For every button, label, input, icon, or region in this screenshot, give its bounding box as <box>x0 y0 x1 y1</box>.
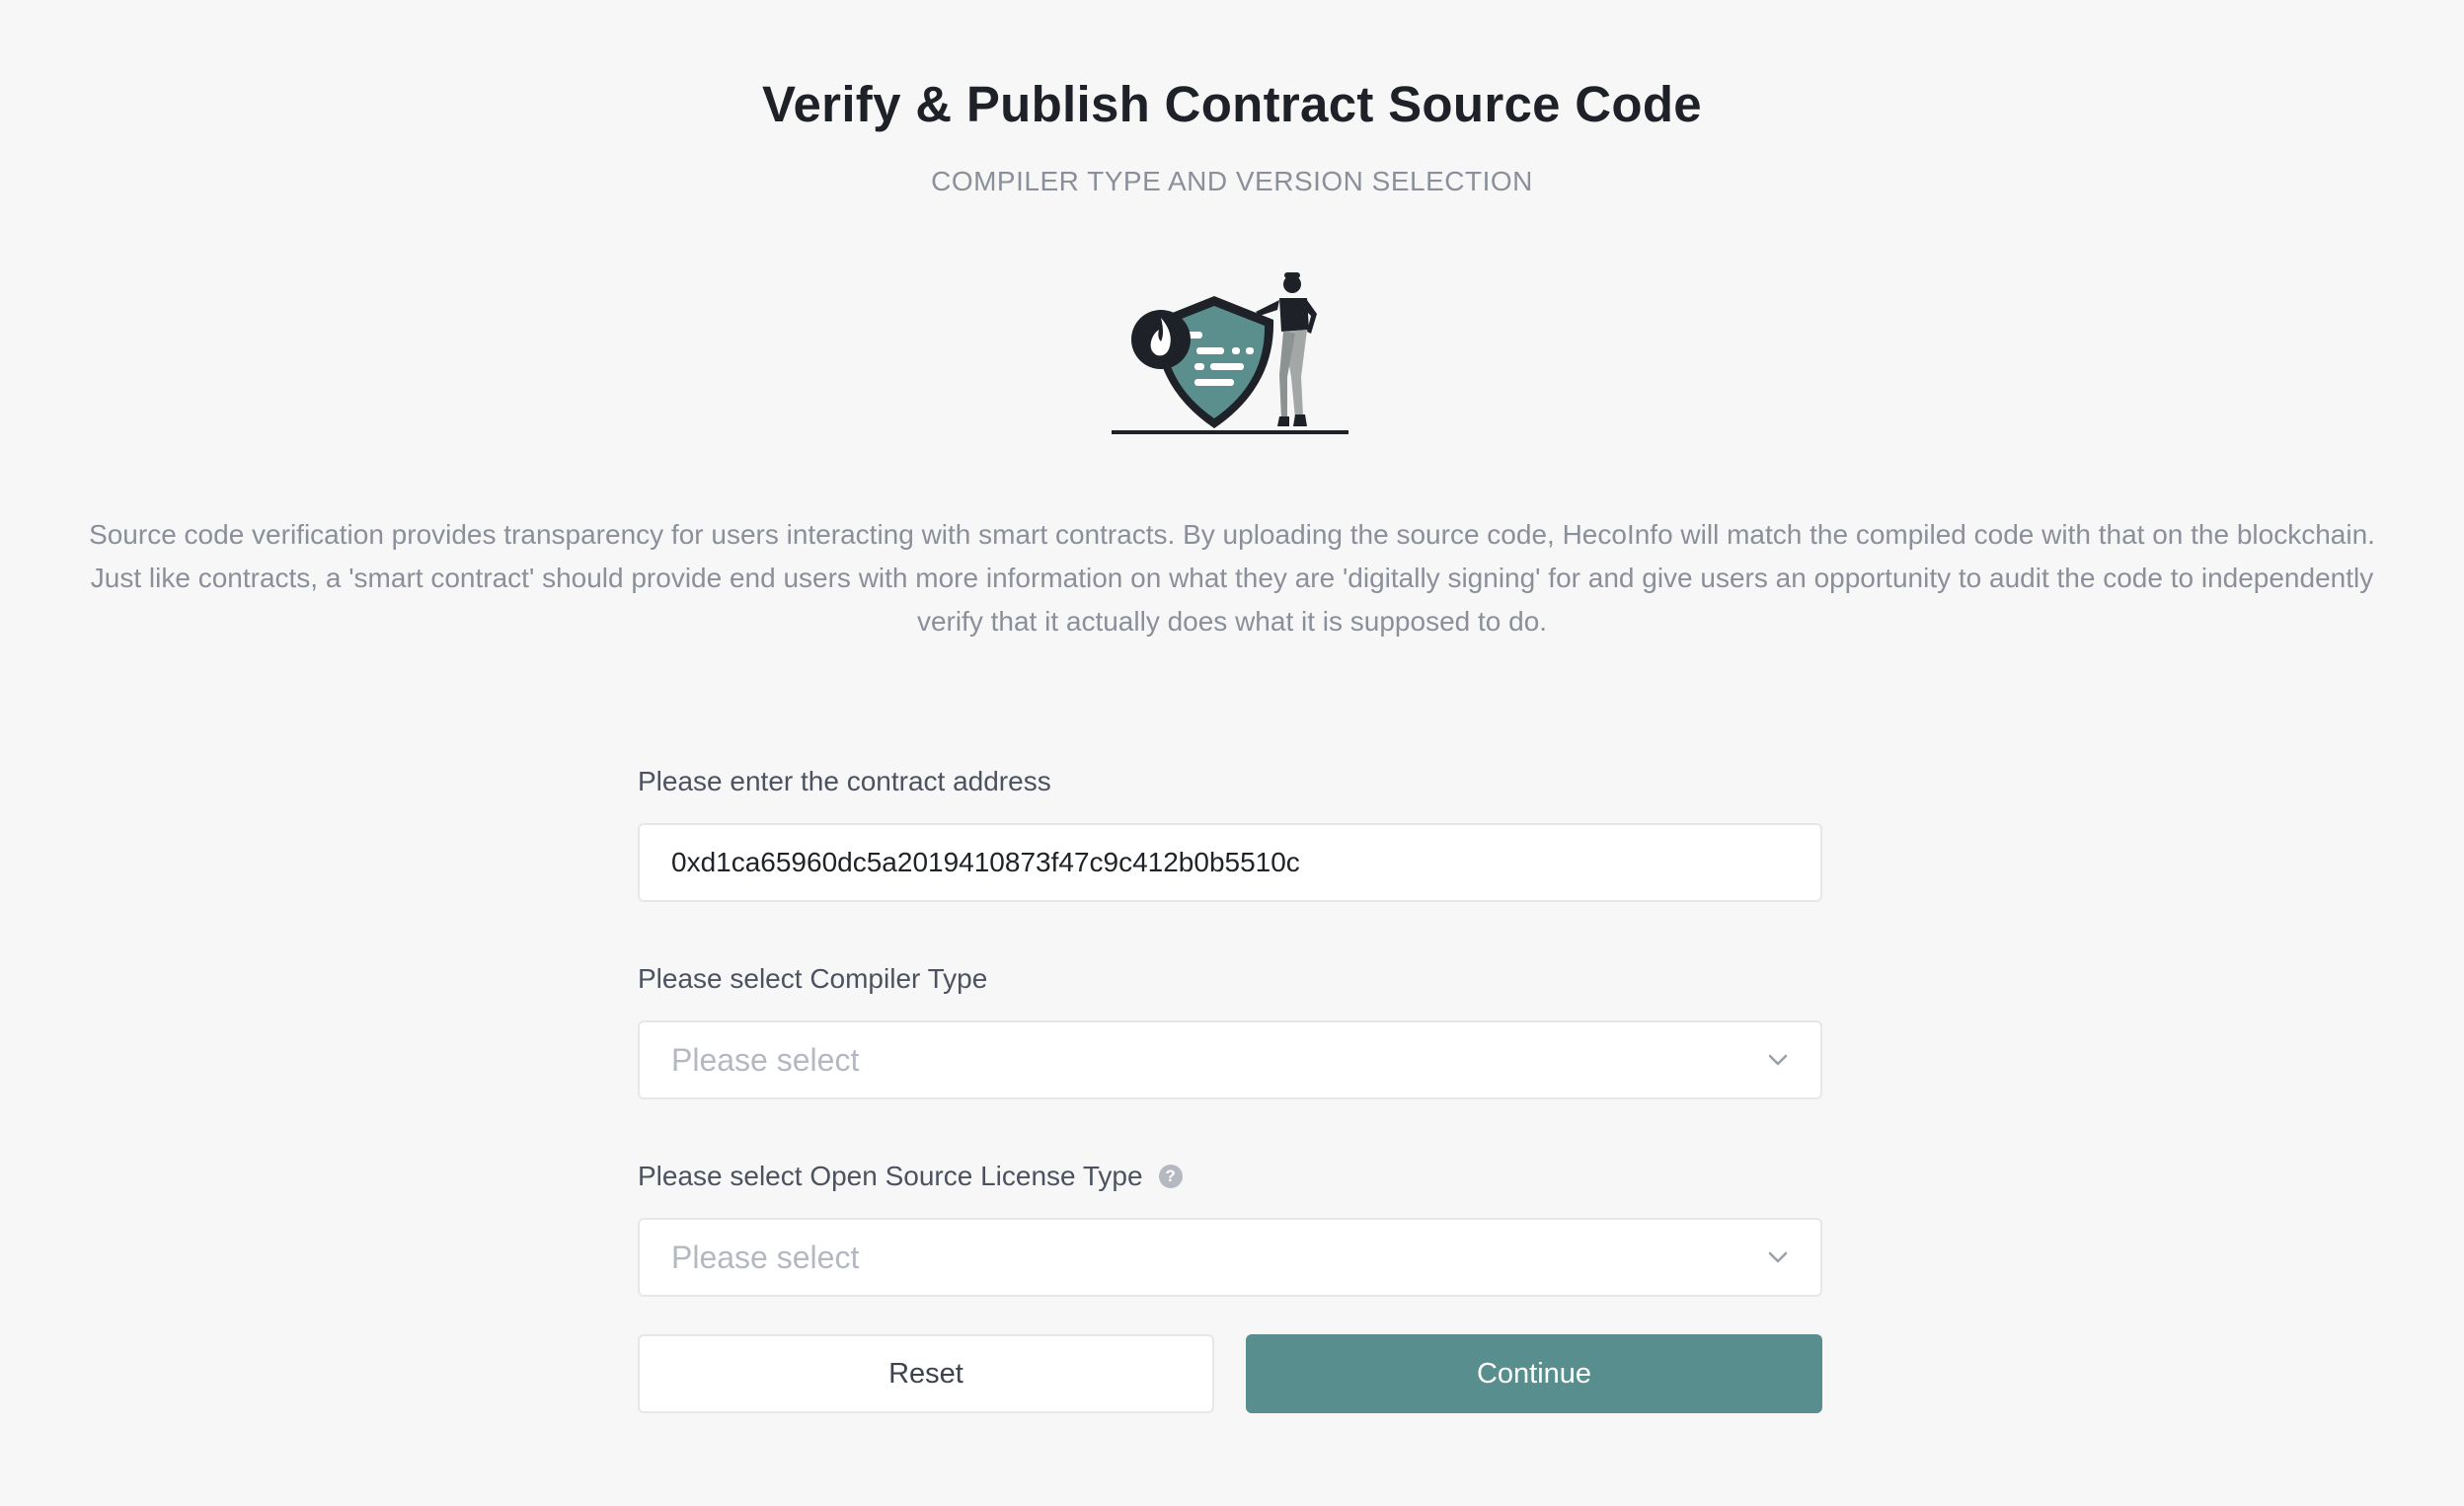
form-buttons: Reset Continue <box>638 1334 1822 1413</box>
contract-address-value: 0xd1ca65960dc5a2019410873f47c9c412b0b551… <box>671 847 1300 877</box>
continue-button[interactable]: Continue <box>1246 1334 1822 1413</box>
license-field-group: Please select Open Source License Type ?… <box>638 1157 1822 1297</box>
verify-form: Please enter the contract address 0xd1ca… <box>638 762 1822 1354</box>
shield-with-person-illustration <box>1106 268 1362 446</box>
verify-publish-page: Verify & Publish Contract Source Code CO… <box>0 0 2464 1506</box>
help-icon[interactable]: ? <box>1158 1165 1183 1188</box>
compiler-field-group: Please select Compiler Type Please selec… <box>638 959 1822 1099</box>
chevron-down-icon <box>1767 1246 1789 1268</box>
compiler-type-select[interactable]: Please select <box>638 1020 1822 1099</box>
contract-address-input[interactable]: 0xd1ca65960dc5a2019410873f47c9c412b0b551… <box>638 823 1822 902</box>
address-label: Please enter the contract address <box>638 762 1822 801</box>
page-title: Verify & Publish Contract Source Code <box>762 76 1702 132</box>
compiler-type-placeholder: Please select <box>671 1041 860 1078</box>
license-label-text: Please select Open Source License Type <box>638 1161 1143 1191</box>
address-field-group: Please enter the contract address 0xd1ca… <box>638 762 1822 902</box>
address-label-text: Please enter the contract address <box>638 766 1051 796</box>
compiler-label: Please select Compiler Type <box>638 959 1822 999</box>
chevron-down-icon <box>1767 1049 1789 1071</box>
compiler-label-text: Please select Compiler Type <box>638 963 988 994</box>
license-type-select[interactable]: Please select <box>638 1218 1822 1297</box>
page-subtitle: COMPILER TYPE AND VERSION SELECTION <box>931 166 1533 196</box>
license-type-placeholder: Please select <box>671 1239 860 1275</box>
license-label: Please select Open Source License Type ? <box>638 1157 1822 1196</box>
reset-button[interactable]: Reset <box>638 1334 1214 1413</box>
description-text: Source code verification provides transp… <box>89 519 2375 637</box>
